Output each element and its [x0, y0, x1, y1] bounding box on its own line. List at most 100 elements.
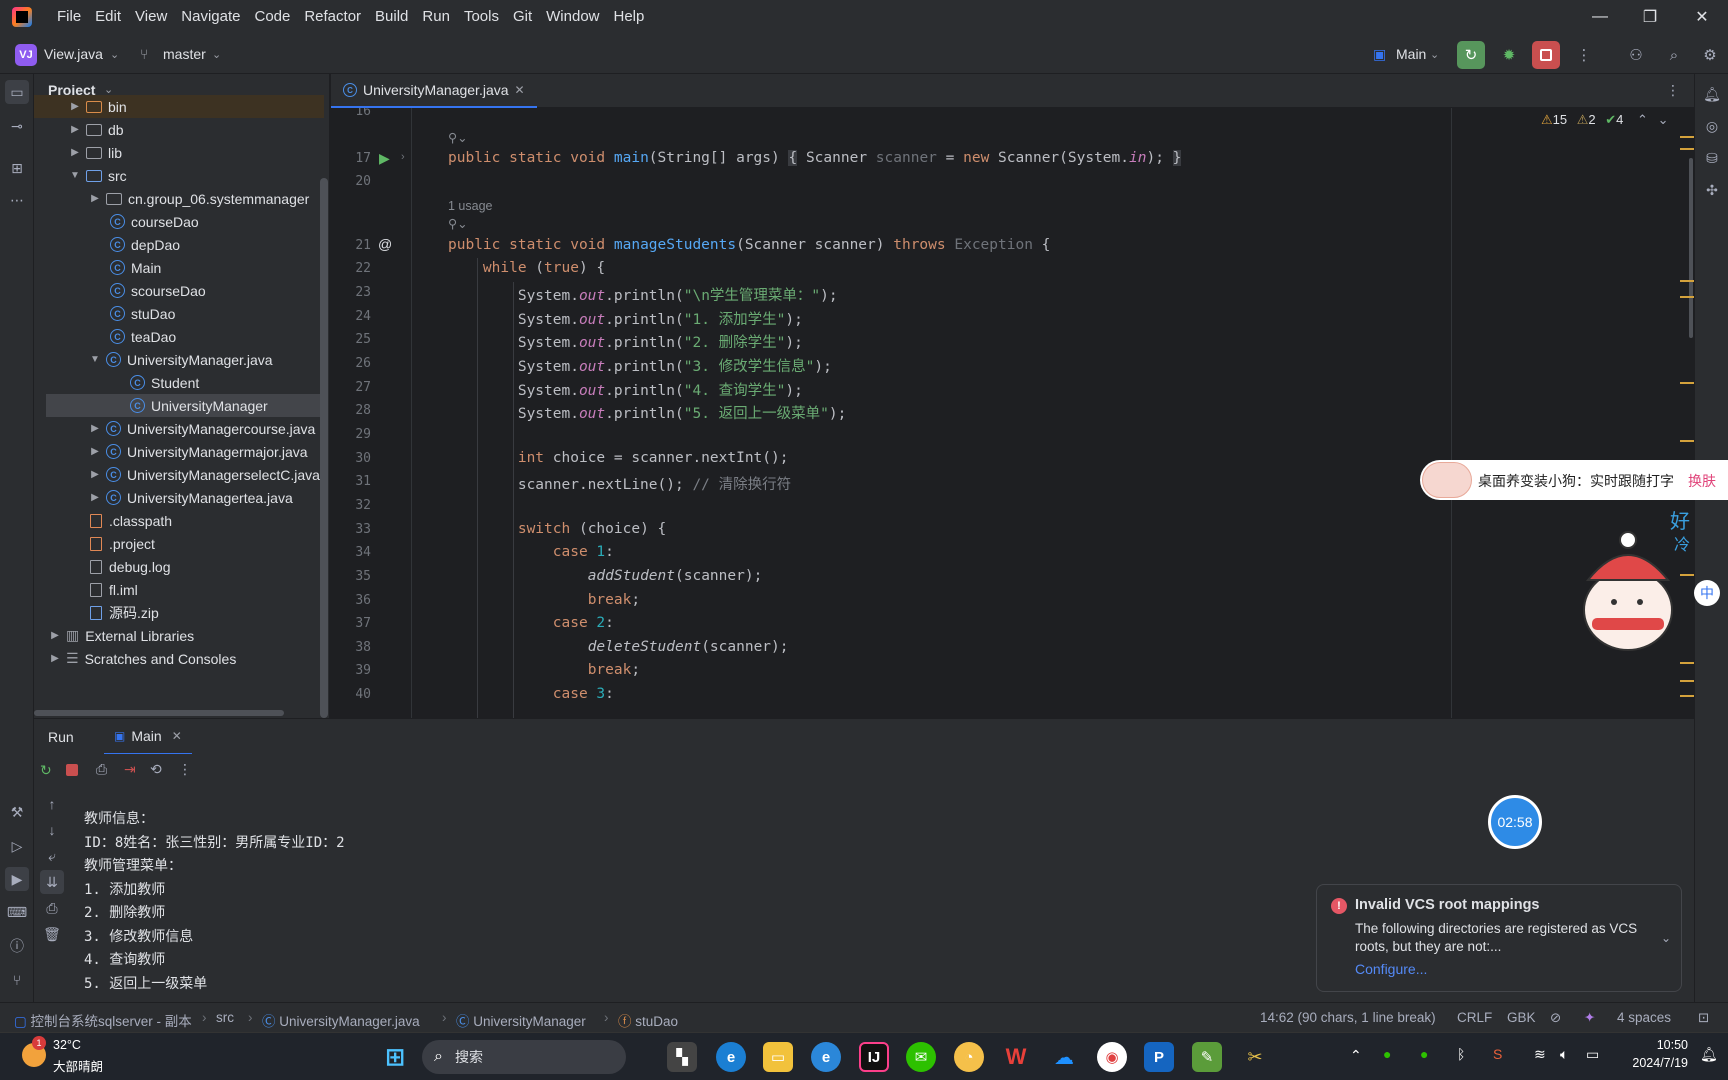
indent-setting[interactable]: 4 spaces [1617, 1010, 1671, 1025]
chevron-right-icon[interactable]: ▶ [68, 101, 82, 112]
intellij-taskbar-icon[interactable]: IJ [859, 1042, 889, 1072]
close-icon[interactable]: ✕ [1678, 0, 1726, 34]
taskbar-search[interactable]: ⌕ 搜索 [422, 1040, 626, 1074]
rerun-icon[interactable]: ↻ [40, 762, 52, 779]
commit-icon[interactable]: ⊸ [5, 114, 29, 138]
close-tab-icon[interactable]: ✕ [515, 83, 525, 97]
tab-options-icon[interactable]: ⋮ [1666, 82, 1680, 99]
browser-icon[interactable]: e [811, 1042, 841, 1072]
tree-class[interactable]: ▼ C UniversityManager.java [34, 348, 324, 371]
chevron-up-icon[interactable]: ⌃ [1350, 1047, 1362, 1064]
tree-class[interactable]: CstuDao [34, 302, 324, 325]
fold-icon[interactable]: › [401, 151, 405, 163]
lock-icon[interactable]: ⊡ [1698, 1010, 1709, 1026]
menu-code[interactable]: Code [247, 0, 297, 34]
search-icon[interactable]: ⌕ [1660, 41, 1688, 69]
pycharm-icon[interactable]: P [1144, 1042, 1174, 1072]
project-folder-icon[interactable]: ▭ [5, 80, 29, 104]
warning-marker[interactable] [1680, 440, 1694, 442]
windows-start-icon[interactable]: ⊞ [380, 1042, 410, 1072]
tray-app-icon[interactable]: S [1493, 1046, 1502, 1062]
project-h-scrollbar[interactable] [34, 710, 284, 716]
tree-folder-src[interactable]: ▼ src [34, 164, 324, 187]
camera-icon[interactable]: ⎙ [96, 761, 107, 778]
wechat-icon[interactable]: ✉ [906, 1042, 936, 1072]
warning-marker[interactable] [1680, 680, 1694, 682]
menu-tools[interactable]: Tools [457, 0, 506, 34]
cursor-position[interactable]: 14:62 (90 chars, 1 line break) [1260, 1010, 1436, 1025]
project-scrollbar[interactable] [320, 178, 328, 718]
inlay-hint-icon[interactable]: ⚲⌄ [448, 216, 468, 231]
edge-browser-icon[interactable]: e [716, 1042, 746, 1072]
rerun-button[interactable]: ↻ [1457, 41, 1485, 69]
app-icon[interactable]: ✂ [1240, 1042, 1270, 1072]
services-icon[interactable]: ▷ [5, 834, 29, 858]
scroll-up-icon[interactable]: ↑ [40, 792, 64, 816]
ime-indicator-icon[interactable]: 中 [1694, 580, 1720, 606]
breadcrumb-src[interactable]: src [216, 1010, 234, 1025]
tree-folder-db[interactable]: ▶ db [34, 118, 324, 141]
menu-git[interactable]: Git [506, 0, 539, 34]
tree-class[interactable]: CdepDao [34, 233, 324, 256]
scroll-down-icon[interactable]: ↓ [40, 818, 64, 842]
tree-class[interactable]: CteaDao [34, 325, 324, 348]
warning-marker[interactable] [1680, 662, 1694, 664]
tree-file[interactable]: debug.log [34, 555, 324, 578]
chevron-right-icon[interactable]: ▶ [88, 423, 102, 434]
tree-class[interactable]: CscourseDao [34, 279, 324, 302]
stop-icon[interactable] [66, 764, 78, 776]
notification-bell-icon[interactable]: 🔔︎ [1700, 1046, 1718, 1063]
tree-class[interactable]: ▶ C UniversityManagerselectC.java [34, 463, 324, 486]
project-badge[interactable]: VJ [15, 44, 37, 66]
menu-edit[interactable]: Edit [88, 0, 128, 34]
restore-icon[interactable]: ❐ [1626, 0, 1674, 34]
run-gutter-icon[interactable]: ▶ [379, 150, 390, 167]
notifications-bell-icon[interactable]: 🔔︎ [1700, 82, 1724, 106]
battery-icon[interactable]: ▭ [1586, 1046, 1599, 1063]
desktop-pet-mascot[interactable]: 好 冷 [1570, 509, 1690, 660]
tree-package[interactable]: ▶ cn.group_06.systemmanager [34, 187, 324, 210]
menu-window[interactable]: Window [539, 0, 606, 34]
task-view-icon[interactable]: ▚ [667, 1042, 697, 1072]
ai-assistant-icon[interactable]: ◎ [1700, 114, 1724, 138]
file-explorer-icon[interactable]: ▭ [763, 1042, 793, 1072]
branch-name[interactable]: master [163, 46, 206, 62]
readonly-toggle-icon[interactable]: ⊘ [1550, 1010, 1561, 1026]
configure-link[interactable]: Configure... [1355, 961, 1427, 977]
line-separator[interactable]: CRLF [1457, 1010, 1492, 1025]
app-icon[interactable]: ◔ [954, 1042, 984, 1072]
menu-view[interactable]: View [128, 0, 174, 34]
wifi-icon[interactable]: ≋ [1534, 1046, 1546, 1063]
run-config-selector[interactable]: Main [1396, 46, 1426, 62]
volume-icon[interactable]: 🔈︎ [1560, 1046, 1568, 1063]
chevron-right-icon[interactable]: ▶ [88, 193, 102, 204]
pet-skin-button[interactable]: 换肤 [1688, 471, 1716, 491]
add-user-icon[interactable]: ⚇ [1622, 41, 1650, 69]
chevron-right-icon[interactable]: ▶ [48, 653, 62, 664]
floating-timer[interactable]: 02:58 [1488, 795, 1542, 849]
tray-wechat-icon[interactable]: ● [1420, 1046, 1428, 1062]
soft-wrap-icon[interactable]: ⤶ [40, 844, 64, 868]
menu-run[interactable]: Run [415, 0, 457, 34]
wps-icon[interactable]: W [1001, 1042, 1031, 1072]
vcs-notification[interactable]: ! Invalid VCS root mappings The followin… [1316, 884, 1682, 992]
breadcrumb-field[interactable]: ⓕ stuDao [618, 1010, 678, 1030]
chevron-down-icon[interactable]: ⌄ [110, 48, 119, 61]
chevron-right-icon[interactable]: ▶ [88, 469, 102, 480]
warning-marker[interactable] [1680, 296, 1694, 298]
app-icon[interactable]: ✎ [1192, 1042, 1222, 1072]
menu-navigate[interactable]: Navigate [174, 0, 247, 34]
chevron-up-icon[interactable]: ⌃ [1637, 112, 1648, 127]
exit-icon[interactable]: ⇥ [124, 761, 136, 778]
chevron-down-icon[interactable]: ⌄ [1658, 112, 1669, 127]
git-icon[interactable]: ⑂ [5, 968, 29, 992]
tree-class[interactable]: ▶ C UniversityManagertea.java [34, 486, 324, 509]
tree-folder-lib[interactable]: ▶ lib [34, 141, 324, 164]
tree-class-selected[interactable]: C UniversityManager [46, 394, 324, 417]
run-panel-title[interactable]: Run [48, 729, 74, 745]
tree-class[interactable]: C Main [34, 256, 324, 279]
tree-scratches[interactable]: ▶ ☰ Scratches and Consoles [34, 647, 324, 670]
minimize-icon[interactable]: — [1576, 0, 1624, 34]
menu-refactor[interactable]: Refactor [297, 0, 368, 34]
tree-class[interactable]: C Student [34, 371, 324, 394]
